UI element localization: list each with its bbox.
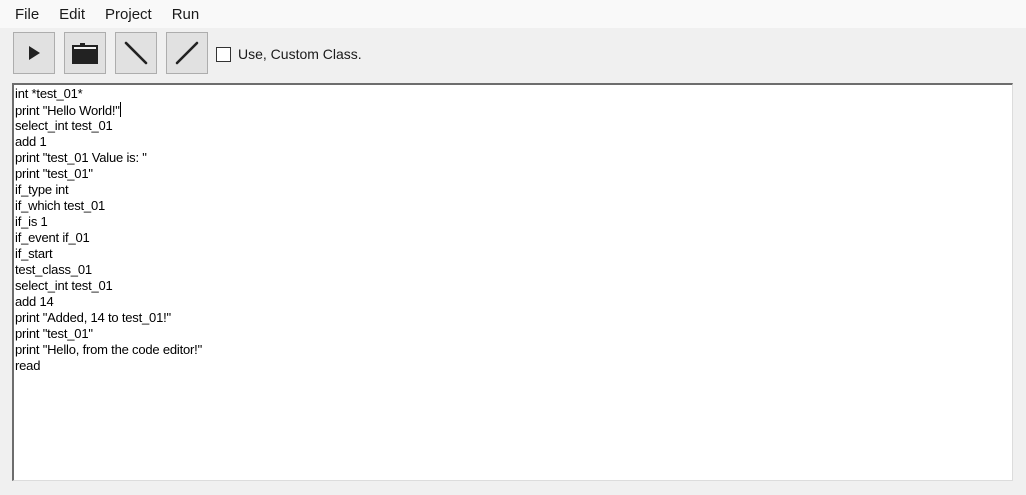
menu-project[interactable]: Project <box>95 0 162 28</box>
code-line: if_event if_01 <box>15 230 90 245</box>
code-line: print "test_01" <box>15 326 93 341</box>
code-line: add 1 <box>15 134 47 149</box>
forward-slash-button[interactable] <box>166 32 208 74</box>
code-line: read <box>15 358 41 373</box>
code-line: print "Hello, from the code editor!" <box>15 342 203 357</box>
code-line: if_is 1 <box>15 214 48 229</box>
code-line: if_which test_01 <box>15 198 106 213</box>
slash-icon <box>175 41 199 65</box>
open-folder-button[interactable] <box>64 32 106 74</box>
code-line: test_class_01 <box>15 262 92 277</box>
menu-bar: File Edit Project Run <box>0 0 1026 28</box>
code-line: print "test_01 Value is: " <box>15 150 147 165</box>
app-window: File Edit Project Run Use, Custom Class.… <box>0 0 1026 495</box>
code-line: add 14 <box>15 294 54 309</box>
menu-run[interactable]: Run <box>162 0 210 28</box>
custom-class-checkbox[interactable] <box>216 46 231 62</box>
folder-icon <box>72 43 98 64</box>
code-line: print "test_01" <box>15 166 93 181</box>
code-lines: int *test_01* print "Hello World!" select_… <box>14 85 1012 374</box>
code-line: print "Hello World!" <box>15 102 121 118</box>
code-line: select_int test_01 <box>15 118 113 133</box>
run-button[interactable] <box>13 32 55 74</box>
code-line: if_start <box>15 246 53 261</box>
menu-edit[interactable]: Edit <box>49 0 95 28</box>
text-caret <box>119 102 121 117</box>
code-line: if_type int <box>15 182 69 197</box>
custom-class-option[interactable]: Use, Custom Class. <box>216 45 362 63</box>
code-line: print "Added, 14 to test_01!" <box>15 310 171 325</box>
backslash-button[interactable] <box>115 32 157 74</box>
play-icon <box>29 46 40 60</box>
custom-class-label: Use, Custom Class. <box>238 46 362 62</box>
backslash-icon <box>124 41 148 65</box>
code-line: select_int test_01 <box>15 278 113 293</box>
toolbar: Use, Custom Class. <box>0 28 1026 80</box>
code-editor[interactable]: int *test_01* print "Hello World!" select_… <box>12 83 1013 481</box>
code-line: int *test_01* <box>15 86 83 101</box>
menu-file[interactable]: File <box>0 0 49 28</box>
